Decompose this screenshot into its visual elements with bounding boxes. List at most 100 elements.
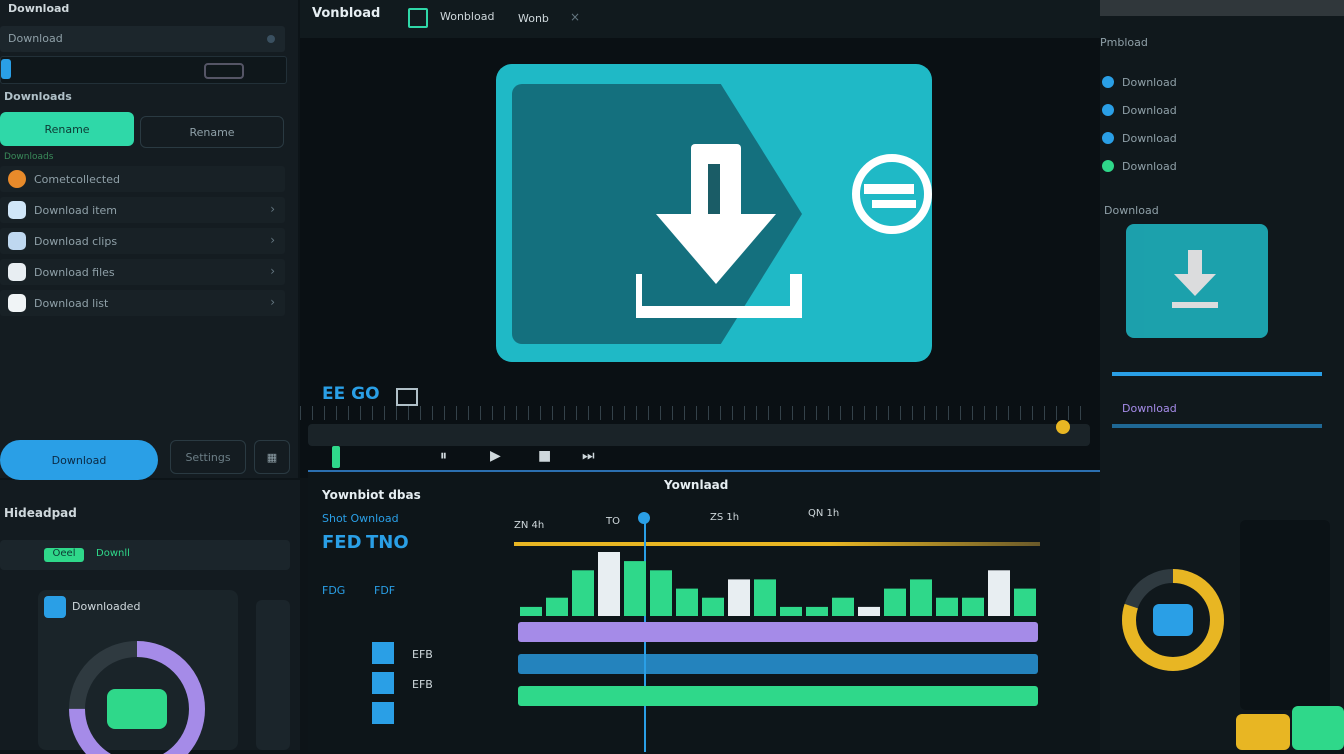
chevron-right-icon[interactable]: ›	[270, 264, 275, 278]
track-clip-purple[interactable]	[518, 622, 1038, 642]
list-item-label: Download clips	[34, 235, 118, 248]
list-item[interactable]: Download	[1102, 68, 1302, 96]
timeline-title: Yownlaad	[664, 478, 729, 492]
chevron-right-icon[interactable]: ›	[270, 233, 275, 247]
play-icon[interactable]: ▶	[490, 448, 501, 464]
waveform-bar	[962, 597, 984, 616]
track-clip-green[interactable]	[518, 686, 1038, 706]
next-icon[interactable]: ⏭	[582, 448, 595, 464]
marker-icon[interactable]	[332, 446, 340, 468]
chevron-right-icon[interactable]: ›	[270, 202, 275, 216]
waveform-bar	[858, 606, 880, 616]
side-toolbar[interactable]	[256, 600, 290, 750]
track-toggle[interactable]	[372, 642, 394, 664]
download-arrow-icon	[1172, 250, 1218, 308]
search-icon[interactable]	[267, 35, 275, 43]
timeline-section-title: Yownbiot dbas	[322, 488, 421, 502]
tool-label[interactable]: FED	[322, 532, 362, 553]
track-name: EFB	[412, 678, 433, 691]
list-item[interactable]: Download clips ›	[0, 228, 285, 254]
track-name: EFB	[412, 648, 433, 661]
stop-icon[interactable]: ■	[538, 448, 551, 464]
waveform-bar	[832, 597, 854, 616]
waveform-bar	[910, 579, 932, 616]
list-item-label: Download	[1122, 103, 1177, 117]
color-swatch-icon	[1, 59, 11, 79]
tab-1[interactable]: Oeel	[44, 548, 84, 562]
pause-icon[interactable]: ⏸	[440, 448, 447, 464]
time-label: ZS 1h	[710, 512, 740, 523]
time-label: ZN 4h	[514, 520, 545, 531]
chevron-right-icon[interactable]: ›	[270, 295, 275, 309]
track-toggle[interactable]	[372, 702, 394, 724]
timeline-panel: Yownbiot dbas Yownlaad Shot Ownload FED …	[308, 470, 1114, 752]
timeline-subtitle: Shot Ownload	[322, 512, 399, 525]
track-toggle[interactable]	[372, 672, 394, 694]
section-label: Download	[1104, 204, 1159, 217]
panel-title: Download	[8, 2, 70, 15]
file-icon	[8, 263, 26, 281]
list-item[interactable]: Download	[1102, 124, 1302, 152]
tab-1[interactable]: Wonbload	[440, 10, 494, 23]
toggle-switch[interactable]	[204, 63, 244, 79]
dot-icon	[1102, 132, 1114, 144]
dot-icon	[1102, 76, 1114, 88]
playhead-handle[interactable]	[638, 512, 650, 524]
segment-left-button[interactable]: Rename	[0, 112, 134, 146]
settings-button[interactable]: Settings	[170, 440, 246, 474]
close-icon[interactable]: ×	[570, 10, 580, 24]
list-item[interactable]: Download files ›	[0, 259, 285, 285]
list-item-label: Download	[1122, 159, 1177, 173]
track-name: FDG	[322, 584, 346, 597]
gauge-chart	[1122, 569, 1224, 671]
waveform-bar	[936, 597, 958, 616]
search-label: Download	[8, 32, 63, 45]
track-clip-blue[interactable]	[518, 654, 1038, 674]
waveform-bar	[780, 606, 802, 616]
waveform-bar	[988, 570, 1010, 616]
action-button[interactable]	[1292, 706, 1344, 750]
list-item[interactable]: Download	[1102, 152, 1302, 180]
download-button-label: Download	[51, 453, 107, 467]
grid-icon[interactable]: ▦	[254, 440, 290, 474]
list-item[interactable]: Download list ›	[0, 290, 285, 316]
action-button[interactable]	[1236, 714, 1290, 750]
ruler	[300, 406, 1090, 420]
segment-right-button[interactable]: Rename	[140, 116, 284, 148]
side-list	[1240, 520, 1330, 710]
list-item-label: Download files	[34, 266, 115, 279]
list-caption: Downloads	[4, 152, 54, 162]
waveform-bars	[520, 552, 1036, 616]
list-item[interactable]: Download	[1102, 96, 1302, 124]
top-strip	[1100, 0, 1344, 16]
waveform-bar	[520, 606, 542, 616]
right-list: Download Download Download Download	[1102, 68, 1302, 180]
file-icon	[8, 170, 26, 188]
list-item-label: Cometcollected	[34, 173, 120, 186]
record-indicator[interactable]	[1056, 420, 1070, 434]
divider	[1112, 372, 1322, 376]
download-arrow-icon	[636, 144, 802, 318]
waveform-bar	[702, 597, 724, 616]
preview-thumbnail[interactable]	[496, 64, 932, 362]
link-icon	[852, 154, 932, 234]
thumbnail-preview[interactable]	[1126, 224, 1268, 338]
chart-icon	[44, 596, 66, 618]
transport-bar[interactable]	[308, 424, 1090, 446]
list-item[interactable]: Cometcollected	[0, 166, 285, 192]
app-title: Vonbload	[312, 6, 381, 21]
list-item[interactable]: Download item ›	[0, 197, 285, 223]
time-label: QN 1h	[808, 508, 840, 519]
tab-2[interactable]: Wonb	[518, 12, 549, 25]
file-icon	[8, 294, 26, 312]
waveform-bar	[598, 552, 620, 616]
search-row[interactable]: Download	[0, 26, 285, 52]
waveform-bar	[806, 606, 828, 616]
tool-label[interactable]: TNO	[366, 532, 409, 553]
top-toolbar: Vonbload Wonbload Wonb ×	[300, 0, 1100, 38]
frame-icon[interactable]	[396, 388, 418, 406]
input-row[interactable]	[0, 56, 287, 84]
download-button[interactable]: Download	[0, 440, 158, 480]
tab-2[interactable]: Downll	[96, 548, 130, 559]
waveform-bar	[572, 570, 594, 616]
